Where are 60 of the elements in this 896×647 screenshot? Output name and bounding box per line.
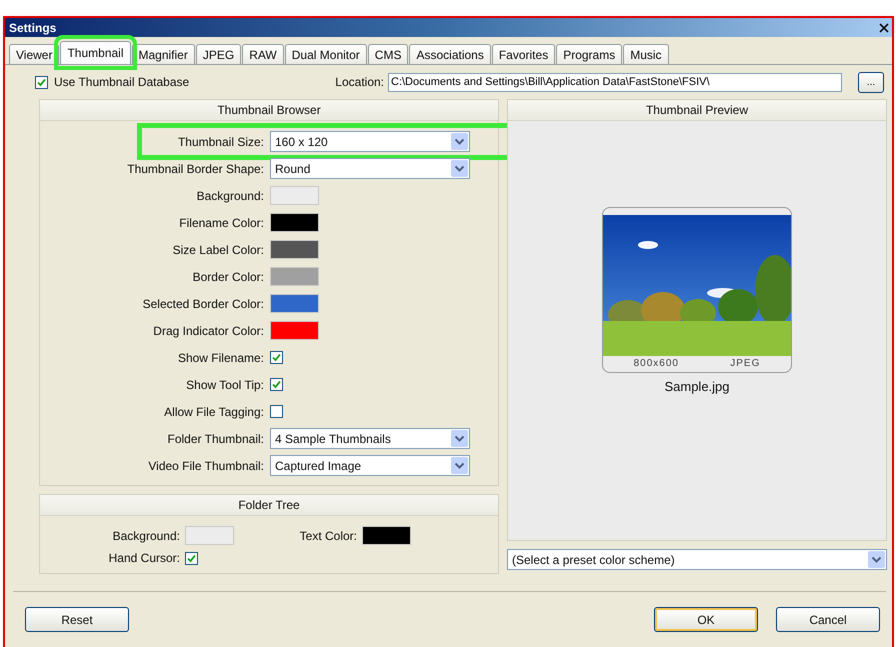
dropdown[interactable]: Captured Image [270,455,470,476]
field-label: Thumbnail Size: [176,134,264,148]
checkbox[interactable] [35,76,48,88]
dropdown[interactable]: 160 x 120 [270,131,470,152]
tab[interactable]: Music [623,44,669,64]
field-label: Show Tool Tip: [185,378,264,392]
location-field[interactable]: C:\Documents and Settings\Bill\Application Data\FastStone\FSIV\ [388,72,842,92]
location-label: Location: [335,75,384,89]
field-label: Border Color: [192,270,264,284]
tab[interactable]: Dual Monitor [284,44,367,64]
field-label: Background: [196,188,264,202]
image-dimensions: 800x600 [634,358,679,369]
dropdown[interactable]: 4 Sample Thumbnails [270,428,470,449]
tab[interactable]: JPEG [196,44,242,64]
ok-button[interactable]: OK [654,607,758,632]
field-label: Thumbnail Border Shape: [126,162,264,176]
color-scheme-dropdown[interactable]: (Select a preset color scheme) [507,549,887,570]
browse-button[interactable]: ... [858,72,884,92]
color-swatch[interactable] [185,526,234,545]
field-label: Filename Color: [178,216,264,230]
checkbox[interactable] [185,552,198,564]
close-icon[interactable] [879,22,889,32]
field-label: Size Label Color: [172,242,264,256]
tab[interactable]: Magnifier [132,44,195,64]
filename: Sample.jpg [664,379,730,394]
dropdown[interactable]: Round [270,158,470,179]
color-swatch[interactable] [270,213,319,232]
thumbnail-card[interactable]: 800x600 JPEG [602,207,792,373]
color-swatch[interactable] [362,526,411,545]
checkbox-label: Use Thumbnail Database [54,75,190,89]
color-swatch[interactable] [270,321,319,340]
field-label: Folder Thumbnail: [166,432,264,446]
tab[interactable]: RAW [242,44,284,64]
panel-title: Thumbnail Preview [508,100,886,121]
cancel-button[interactable]: Cancel [776,607,880,632]
checkbox[interactable] [270,378,283,391]
field-label: Show Filename: [176,350,264,364]
window-title: Settings [9,20,56,34]
field-label: Drag Indicator Color: [152,324,264,338]
color-swatch[interactable] [270,267,319,286]
field-label: Background: [112,528,180,542]
field-label: Video File Thumbnail: [147,458,264,472]
checkbox[interactable] [270,351,283,364]
tab[interactable]: Associations [409,44,491,64]
reset-button[interactable]: Reset [25,607,129,632]
color-swatch[interactable] [270,294,319,313]
field-label: Hand Cursor: [108,551,180,565]
color-swatch[interactable] [270,186,319,205]
tab[interactable]: Programs [556,44,622,64]
field-label: Text Color: [298,528,357,542]
tab[interactable]: Viewer [9,44,60,64]
tab[interactable]: Favorites [492,44,556,64]
field-label: Allow File Tagging: [163,404,264,418]
panel-title: Folder Tree [40,495,498,516]
panel-title: Thumbnail Browser [40,100,498,121]
field-label: Selected Border Color: [142,296,264,310]
tab[interactable]: CMS [368,44,408,64]
image-format: JPEG [730,358,760,369]
checkbox[interactable] [270,405,283,418]
color-swatch[interactable] [270,240,319,259]
